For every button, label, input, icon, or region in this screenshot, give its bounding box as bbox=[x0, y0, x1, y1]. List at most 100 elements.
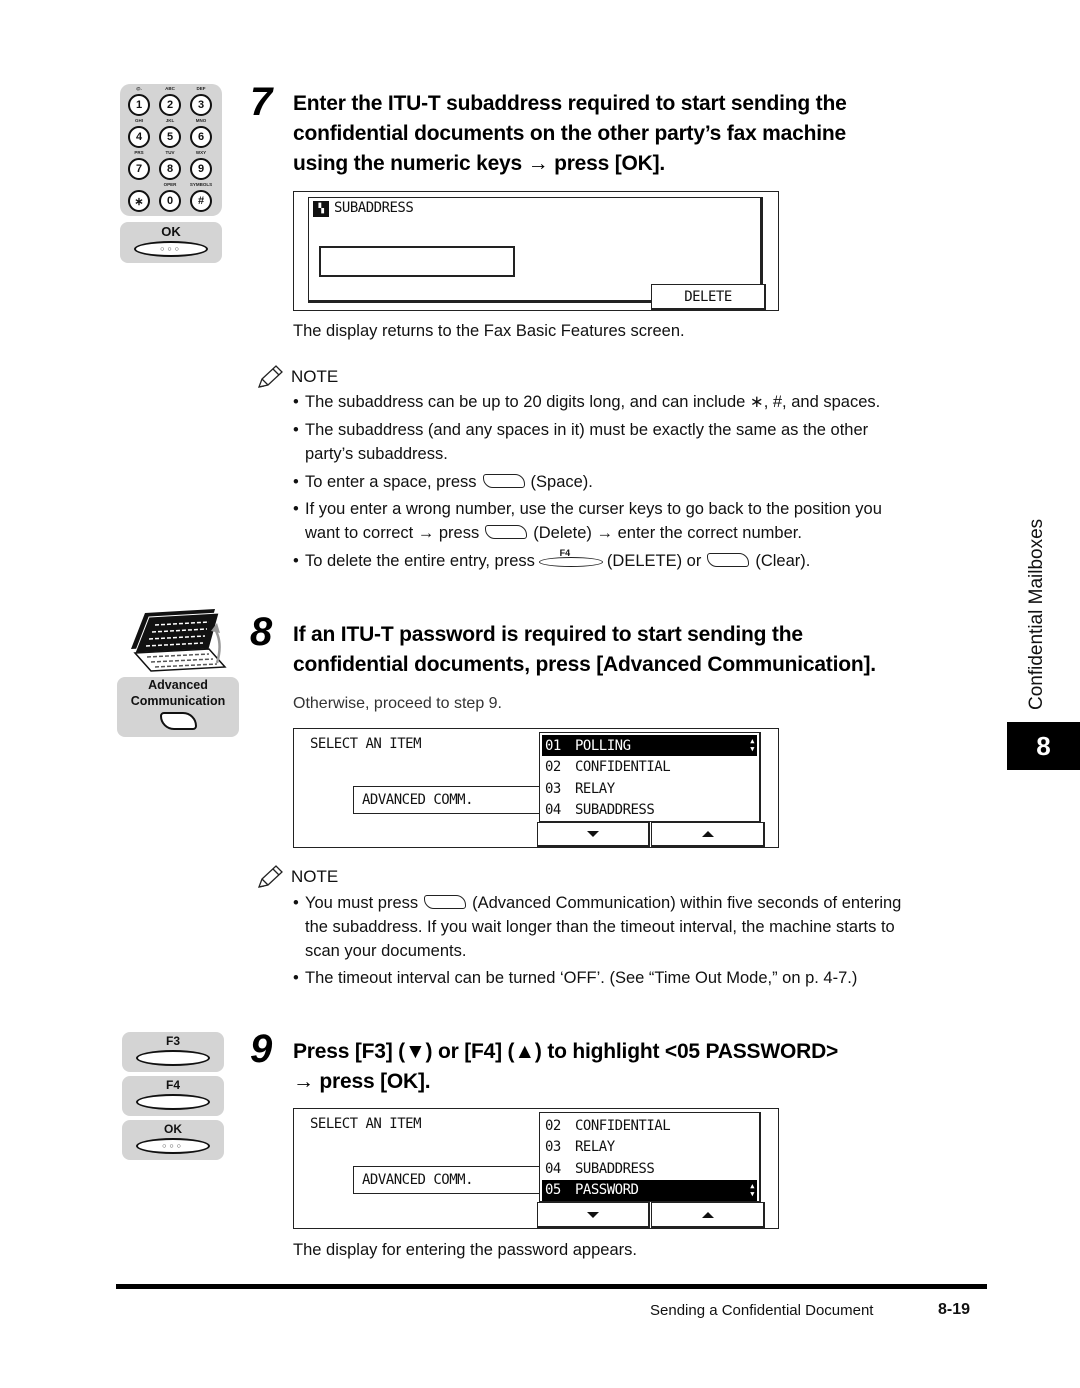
list-item-number: 02 bbox=[545, 1117, 561, 1134]
note-1-item-3-before: To enter a space, press bbox=[305, 473, 477, 491]
ok-key-illustration-2: OK ○○○ bbox=[122, 1120, 224, 1160]
delete-button[interactable]: DELETE bbox=[651, 284, 766, 310]
subaddress-input[interactable] bbox=[319, 246, 515, 277]
f4-key-shape bbox=[136, 1094, 210, 1110]
numeric-keypad-illustration: @. 1 ABC 2 DEF 3 GHI 4 JKL 5 MNO 6 PRS 7 TUV 8 WXY 9 ∗ OPER… bbox=[120, 84, 222, 216]
scroll-updown-icon: ▲ ▼ bbox=[750, 737, 754, 753]
key-6: 6 bbox=[190, 126, 212, 148]
list-item[interactable]: 04 SUBADDRESS bbox=[542, 800, 757, 821]
key-sublabel: DEF bbox=[196, 86, 206, 91]
step-7-result: The display returns to the Fax Basic Fea… bbox=[293, 322, 685, 340]
note-1-item-4-after: (Delete) → enter the correct number. bbox=[533, 524, 802, 542]
subaddress-display: ▚ SUBADDRESS DELETE bbox=[293, 191, 779, 311]
note-1-item-5-after: (Clear). bbox=[755, 552, 811, 570]
space-key-icon bbox=[482, 474, 525, 488]
list-item[interactable]: 02 CONFIDENTIAL bbox=[542, 757, 757, 778]
key-4: 4 bbox=[128, 126, 150, 148]
key-8: 8 bbox=[159, 158, 181, 180]
note-1-item-5: • To delete the entire entry, press F4 (DEL… bbox=[293, 548, 811, 573]
scroll-up-button-2[interactable] bbox=[651, 1202, 765, 1228]
note-1-item-4-line1: If you enter a wrong number, use the cur… bbox=[305, 500, 882, 518]
key-sublabel: GHI bbox=[134, 118, 143, 123]
list-item[interactable]: 01 POLLING ▲ ▼ bbox=[542, 735, 757, 756]
subaddress-icon: ▚ bbox=[313, 201, 329, 217]
item-list-step8: 01 POLLING ▲ ▼ 02 CONFIDENTIAL 03 RELAY 04 SUBADD… bbox=[539, 732, 761, 822]
scroll-down-button-2[interactable] bbox=[537, 1202, 650, 1228]
f4-key-label: F4 bbox=[165, 1078, 180, 1092]
list-item-number: 04 bbox=[545, 1160, 561, 1177]
ok-key-illustration: OK ○○○ bbox=[120, 222, 222, 263]
key-star: ∗ bbox=[128, 190, 150, 212]
advanced-comm-display-step9: SELECT AN ITEM ADVANCED COMM. 02 CONFIDEN… bbox=[293, 1108, 779, 1229]
adv-comm-label-line1: Advanced bbox=[148, 678, 208, 692]
key-1: 1 bbox=[128, 94, 150, 116]
key-7: 7 bbox=[128, 158, 150, 180]
note-2-item-1-line2: the subaddress. If you wait longer than … bbox=[305, 918, 895, 936]
list-item-number: 05 bbox=[545, 1182, 561, 1198]
key-3: 3 bbox=[190, 94, 212, 116]
adv-comm-label-line2: Communication bbox=[130, 694, 226, 708]
scroll-down-button[interactable] bbox=[537, 822, 650, 847]
note-1-item-1: • The subaddress can be up to 20 digits l… bbox=[293, 393, 881, 411]
list-item-label: RELAY bbox=[575, 1139, 615, 1155]
delete-key-icon bbox=[485, 525, 528, 539]
note-2-item-2-text: The timeout interval can be turned ‘OFF’… bbox=[305, 969, 858, 987]
section-side-label: Confidential Mailboxes bbox=[1026, 518, 1047, 710]
pencil-icon bbox=[257, 365, 283, 388]
ok-key-label: OK bbox=[161, 224, 181, 239]
key-9: 9 bbox=[190, 158, 212, 180]
scroll-up-button[interactable] bbox=[651, 822, 765, 847]
note-1-item-1-text: The subaddress can be up to 20 digits lo… bbox=[305, 393, 881, 411]
up-arrow-icon bbox=[701, 831, 714, 837]
list-item[interactable]: 03 RELAY bbox=[542, 778, 757, 799]
list-item-number: 03 bbox=[545, 780, 561, 797]
list-item[interactable]: 05 PASSWORD ▲ ▼ bbox=[542, 1179, 757, 1201]
list-item[interactable]: 03 RELAY bbox=[542, 1137, 757, 1158]
subaddress-display-title: SUBADDRESS bbox=[334, 200, 414, 216]
ok-key-label-2: OK bbox=[164, 1122, 182, 1136]
clear-key-icon bbox=[707, 553, 750, 567]
page-number: 8-19 bbox=[938, 1301, 971, 1318]
list-item[interactable]: 02 CONFIDENTIAL bbox=[542, 1115, 757, 1136]
list-item-label: CONFIDENTIAL bbox=[575, 759, 671, 775]
note-2-item-1-before: You must press bbox=[305, 894, 419, 912]
step-7-title-line2: confidential documents on the other part… bbox=[293, 122, 846, 145]
note-1-heading: NOTE bbox=[255, 364, 338, 390]
note-2-item-1: • You must press (Advanced Communication) … bbox=[293, 894, 902, 960]
list-item-label: RELAY bbox=[575, 780, 615, 797]
select-item-title-2: SELECT AN ITEM bbox=[310, 1116, 422, 1132]
note-2-item-1-line3: scan your documents. bbox=[305, 942, 467, 960]
step-7-number: 7 bbox=[250, 80, 273, 124]
note-1-item-4: • If you enter a wrong number, use the cu… bbox=[293, 500, 882, 542]
step-9-result: The display for entering the password ap… bbox=[293, 1241, 637, 1259]
chapter-tab: 8 bbox=[1007, 722, 1080, 770]
step-8-subtext: Otherwise, proceed to step 9. bbox=[293, 695, 502, 712]
pencil-icon bbox=[257, 865, 283, 888]
step-8-title-line2: confidential documents, press [Advanced … bbox=[293, 653, 876, 676]
list-item-number: 04 bbox=[545, 802, 561, 818]
platen-cover-illustration bbox=[131, 609, 227, 672]
advanced-communication-key-icon bbox=[424, 895, 467, 909]
note-1-item-5-middle: (DELETE) or bbox=[606, 552, 702, 570]
step-9-title-line1: Press [F3] (▼) or [F4] (▲) to highlight … bbox=[293, 1040, 839, 1063]
step-9-number: 9 bbox=[250, 1027, 273, 1071]
list-item-label: CONFIDENTIAL bbox=[575, 1117, 671, 1134]
footer-section-title: Sending a Confidential Document bbox=[650, 1302, 874, 1319]
key-5: 5 bbox=[159, 126, 181, 148]
list-item-label: SUBADDRESS bbox=[575, 1160, 655, 1177]
key-sublabel: ABC bbox=[165, 86, 175, 91]
note-2-item-1-after: (Advanced Communication) within five sec… bbox=[472, 894, 902, 912]
key-hash: # bbox=[190, 190, 212, 212]
note-1-item-5-before: To delete the entire entry, press bbox=[305, 552, 535, 570]
ok-key-dots-2: ○○○ bbox=[162, 1142, 184, 1150]
down-arrow-icon bbox=[587, 831, 599, 837]
f4-key-illustration: F4 bbox=[122, 1076, 224, 1116]
advanced-communication-key-illustration: Advanced Communication bbox=[117, 677, 239, 737]
key-sublabel: PRS bbox=[134, 150, 144, 155]
note-1-item-2-line1: The subaddress (and any spaces in it) mu… bbox=[305, 421, 869, 439]
select-item-title: SELECT AN ITEM bbox=[310, 736, 422, 752]
note-2-heading-text: NOTE bbox=[291, 867, 339, 886]
note-1-item-2-line2: party’s subaddress. bbox=[305, 445, 448, 463]
key-sublabel: WXY bbox=[195, 150, 207, 155]
list-item[interactable]: 04 SUBADDRESS bbox=[542, 1158, 757, 1179]
